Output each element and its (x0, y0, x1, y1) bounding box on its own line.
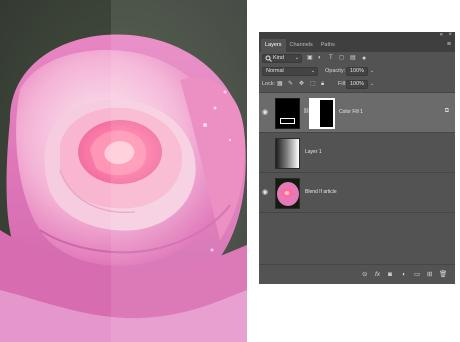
mask-icon[interactable]: ◙ (388, 271, 392, 279)
fill-input[interactable]: 100% (346, 80, 368, 89)
chevron-down-icon[interactable]: ⌄ (370, 80, 374, 89)
adjustment-icon[interactable]: ◑ (401, 271, 405, 279)
lock-row: Lock: ▦ ✎ ✥ ⬚ 🔒︎ Fill: 100% ⌄ (259, 78, 455, 91)
trash-icon[interactable]: 🗑︎ (439, 271, 447, 279)
adjustment-filter-icon[interactable]: ◐ (318, 54, 322, 63)
filter-row: Kind ⌄ ▣ ◐ T ◻ ▤ ● (259, 52, 455, 65)
chevron-down-icon[interactable]: ⌄ (370, 67, 374, 76)
shape-filter-icon[interactable]: ◻ (339, 54, 344, 63)
opacity-input[interactable]: 100% (346, 67, 368, 76)
blend-mode-select[interactable]: Normal ⌄ (262, 67, 318, 76)
visibility-eye-icon[interactable]: ◉ (262, 109, 271, 116)
lock-artboard-icon[interactable]: ⬚ (310, 80, 316, 89)
lock-transparent-icon[interactable]: ▦ (277, 80, 283, 89)
clipping-icon: ⧉ (444, 108, 449, 114)
canvas-photo[interactable] (0, 0, 247, 342)
filter-kind-label: Kind (273, 55, 285, 61)
filter-toggle-icon[interactable]: ● (362, 54, 366, 63)
tab-channels[interactable]: Channels (286, 39, 317, 52)
layers-bottom-bar: ⊝ fx ◙ ◑ ▭ ⊞ 🗑︎ (259, 264, 455, 284)
color-fill-overlay-left (0, 0, 111, 342)
pixel-filter-icon[interactable]: ▣ (307, 54, 313, 63)
opacity-label: Opacity: (325, 68, 346, 74)
panel-tabs: Layers Channels Paths ≡ (259, 38, 455, 52)
search-icon (265, 55, 272, 62)
folder-icon[interactable]: ▭ (414, 271, 420, 279)
layer-name[interactable]: Layer 1 (305, 149, 322, 156)
lock-position-icon[interactable]: ✥ (299, 80, 304, 89)
rose-thumbnail-image (277, 182, 299, 206)
tab-layers[interactable]: Layers (261, 39, 286, 52)
fill-value: 100% (350, 81, 365, 87)
layer-thumbnail (275, 98, 300, 129)
layer-row-layer-1[interactable]: Layer 1 (259, 133, 455, 173)
new-layer-icon[interactable]: ⊞ (427, 271, 432, 279)
smart-object-filter-icon[interactable]: ▤ (350, 54, 356, 63)
color-fill-overlay-middle (111, 0, 247, 342)
layer-mask-thumbnail[interactable] (309, 98, 335, 129)
tab-paths[interactable]: Paths (317, 39, 339, 52)
lock-all-icon[interactable]: 🔒︎ (321, 80, 324, 89)
fill-swatch-icon (280, 118, 295, 124)
opacity-value: 100% (350, 68, 365, 74)
lock-pixels-icon[interactable]: ✎ (288, 80, 293, 89)
mask-white-area (311, 100, 320, 127)
layer-thumbnail (275, 178, 300, 209)
layer-row-color-fill-1[interactable]: ◉ ⛓ Color Fill 1 ⧉ (259, 93, 455, 133)
layer-thumbnail (275, 138, 300, 169)
type-filter-icon[interactable]: T (329, 54, 333, 63)
lock-label: Lock: (262, 81, 276, 87)
layer-row-blend-if-article[interactable]: ◉ Blend If article (259, 173, 455, 213)
panel-menu-icon[interactable]: ≡ (447, 41, 451, 48)
visibility-eye-icon[interactable]: ◉ (262, 189, 271, 196)
fx-icon[interactable]: fx (375, 271, 380, 279)
layers-list: ◉ ⛓ Color Fill 1 ⧉ Layer 1 ◉ Blend If ar… (259, 92, 455, 262)
link-icon[interactable]: ⊝ (362, 271, 367, 279)
chevron-down-icon: ⌄ (310, 68, 315, 74)
layer-name[interactable]: Blend If article (305, 189, 337, 196)
blend-mode-value: Normal (266, 68, 284, 74)
filter-kind-select[interactable]: Kind ⌄ (262, 54, 302, 63)
layers-panel: « × Layers Channels Paths ≡ Kind ⌄ ▣ ◐ T… (259, 32, 455, 284)
chevron-down-icon: ⌄ (294, 55, 299, 61)
layer-name[interactable]: Color Fill 1 (339, 109, 363, 116)
blend-row: Normal ⌄ Opacity: 100% ⌄ (259, 65, 455, 78)
